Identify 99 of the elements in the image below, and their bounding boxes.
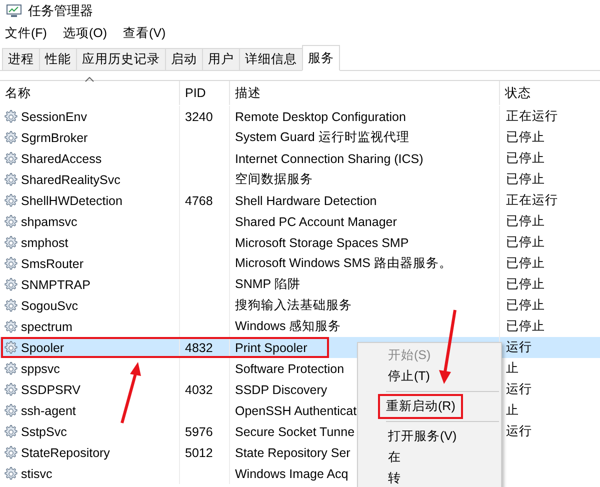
status-cell: 已停止 (506, 297, 545, 314)
gear-icon (3, 172, 18, 187)
status-cell: 已停止 (506, 255, 545, 272)
service-name: sppsvc (21, 362, 60, 376)
gear-icon (3, 193, 18, 208)
tab[interactable]: 启动 (165, 48, 203, 70)
description-cell: State Repository Ser (235, 446, 350, 460)
gear-icon (3, 466, 18, 481)
gear-icon (3, 256, 18, 271)
service-name: shpamsvc (21, 214, 78, 228)
context-menu-item[interactable]: 在 (358, 447, 501, 468)
status-cell: 已停止 (506, 213, 545, 230)
column-header[interactable]: 描述 (230, 81, 500, 105)
gear-icon (3, 340, 18, 355)
status-cell: 已停止 (506, 129, 545, 146)
description-cell: Shared PC Account Manager (235, 214, 397, 228)
window-title: 任务管理器 (28, 2, 93, 20)
context-menu-item[interactable]: 打开服务(V) (358, 426, 501, 447)
status-cell: 止 (506, 360, 519, 377)
gear-icon (3, 403, 18, 418)
status-cell: 正在运行 (506, 192, 558, 209)
description-cell: 搜狗输入法基础服务 (235, 297, 352, 314)
service-name: SstpSvc (21, 424, 67, 438)
description-cell: Microsoft Windows SMS 路由器服务。 (235, 255, 452, 272)
status-cell: 已停止 (506, 150, 545, 167)
service-name: smphost (21, 236, 68, 250)
context-menu-item[interactable]: 转 (358, 468, 501, 487)
service-name: ssh-agent (21, 404, 76, 418)
service-name: SgrmBroker (21, 130, 88, 144)
annotation-arrow (120, 362, 141, 424)
gear-icon (3, 424, 18, 439)
description-cell: 空间数据服务 (235, 171, 313, 188)
gear-icon (3, 298, 18, 313)
service-name: SessionEnv (21, 110, 88, 124)
description-cell: Secure Socket Tunne (235, 424, 355, 438)
tab[interactable]: 服务 (302, 45, 340, 71)
gear-icon (3, 382, 18, 397)
description-cell: Shell Hardware Detection (235, 194, 377, 208)
description-cell: Print Spooler (235, 340, 308, 354)
service-name: SharedAccess (21, 152, 102, 166)
column-header[interactable]: 状态 (500, 81, 600, 105)
status-cell: 运行 (506, 423, 532, 440)
description-cell: Microsoft Storage Spaces SMP (235, 236, 409, 250)
service-name: SSDPSRV (21, 382, 81, 396)
description-cell: Windows 感知服务 (235, 318, 342, 335)
description-cell: Software Protection (235, 362, 344, 376)
pid-cell: 5976 (185, 424, 213, 438)
status-cell: 已停止 (506, 171, 545, 188)
service-name: Spooler (21, 340, 64, 354)
service-name: spectrum (21, 320, 72, 334)
gear-icon (3, 361, 18, 376)
description-cell: SSDP Discovery (235, 382, 328, 396)
service-name: stisvc (21, 466, 52, 480)
description-cell: System Guard 运行时监视代理 (235, 129, 410, 146)
service-name: SogouSvc (21, 298, 78, 312)
gear-icon (3, 151, 18, 166)
description-cell: Remote Desktop Configuration (235, 110, 406, 124)
tab[interactable]: 性能 (39, 48, 77, 70)
service-name: ShellHWDetection (21, 194, 122, 208)
gear-icon (3, 319, 18, 334)
status-cell: 运行 (506, 381, 532, 398)
description-cell: Internet Connection Sharing (ICS) (235, 152, 424, 166)
column-header[interactable]: 名称 (0, 81, 180, 105)
gear-icon (3, 235, 18, 250)
tab[interactable]: 详细信息 (239, 48, 303, 70)
menu-item[interactable]: 选项(O) (62, 24, 108, 42)
status-cell: 运行 (506, 339, 532, 356)
context-menu-item[interactable]: 重新启动(R) (358, 396, 501, 417)
description-cell: Windows Image Acq (235, 466, 348, 480)
pid-cell: 4032 (185, 382, 213, 396)
pid-cell: 4832 (185, 340, 213, 354)
service-name: SNMPTRAP (21, 278, 90, 292)
status-cell: 已停止 (506, 318, 545, 335)
status-cell: 已停止 (506, 234, 545, 251)
service-name: SmsRouter (21, 256, 84, 270)
tab[interactable]: 用户 (202, 48, 240, 70)
description-cell: SNMP 陷阱 (235, 276, 300, 293)
gear-icon (3, 277, 18, 292)
pid-cell: 5012 (185, 446, 213, 460)
gear-icon (3, 214, 18, 229)
monitor-icon (6, 4, 22, 18)
menu-item[interactable]: 查看(V) (123, 24, 166, 42)
gear-icon (3, 445, 18, 460)
status-cell: 止 (506, 402, 519, 419)
pid-cell: 4768 (185, 194, 213, 208)
tab[interactable]: 进程 (2, 48, 40, 70)
pid-cell: 3240 (185, 110, 213, 124)
description-cell: OpenSSH Authenticat (235, 404, 357, 418)
status-cell: 已停止 (506, 276, 545, 293)
service-name: StateRepository (21, 446, 110, 460)
sort-caret-icon (85, 77, 94, 82)
menu-item[interactable]: 文件(F) (5, 24, 47, 42)
status-cell: 正在运行 (506, 108, 558, 125)
service-name: SharedRealitySvc (21, 172, 120, 186)
gear-icon (3, 109, 18, 124)
gear-icon (3, 130, 18, 145)
context-menu-item[interactable]: 停止(T) (358, 366, 501, 387)
tab[interactable]: 应用历史记录 (76, 48, 166, 70)
column-header[interactable]: PID (180, 81, 230, 105)
